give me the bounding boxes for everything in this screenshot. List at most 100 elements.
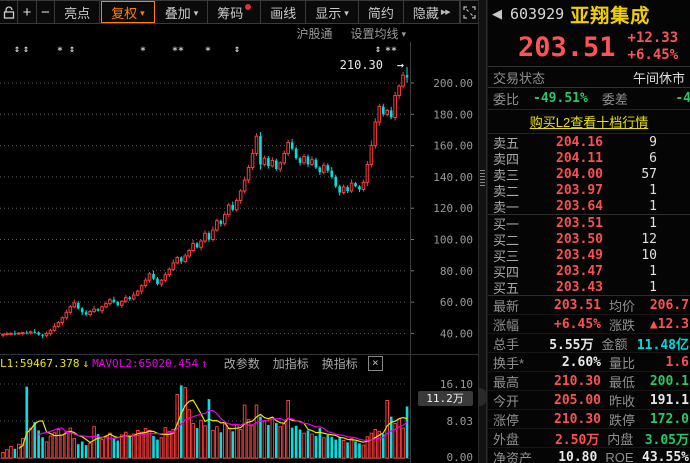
level-quantity: 1 — [649, 199, 657, 214]
info-row: 涨停210.30跌停172.0 — [488, 410, 690, 429]
svg-text:↕: ↕ — [14, 44, 20, 55]
info-value: ▲12.3 — [650, 317, 689, 332]
trade-status-row: 交易状态 午间休市 — [488, 66, 690, 88]
svg-text:11.2万: 11.2万 — [426, 392, 464, 405]
info-value: 1.6 — [666, 355, 689, 370]
level-quantity: 57 — [641, 167, 657, 182]
chevron-down-icon: ▾ — [194, 8, 199, 19]
mavol2-readout: MAVOL2:65020.454 — [92, 357, 198, 370]
fullscreen-icon[interactable] — [460, 1, 478, 23]
close-indicator-icon[interactable]: × — [368, 356, 383, 371]
svg-text:16.10: 16.10 — [440, 378, 473, 391]
info-value: 2.60% — [539, 355, 601, 370]
last-price: 203.51 — [518, 32, 616, 63]
info-label: 涨停 — [493, 410, 539, 429]
display-label: 显示 — [315, 3, 341, 22]
info-label: 今开 — [493, 391, 539, 410]
info-label: ROE — [605, 450, 642, 463]
weibi-row: 委比 -49.51% 委差 -4 — [488, 88, 690, 110]
level-price: 203.97 — [527, 183, 603, 198]
price-change-pct: +6.45% — [628, 47, 679, 64]
level-price: 203.43 — [527, 280, 603, 295]
info-row: 换手*2.60%量比1.6 — [488, 353, 690, 372]
info-row: 最高210.30最低200.1 — [488, 372, 690, 391]
drawline-button[interactable]: 画线 — [261, 1, 306, 23]
level-quantity: 1 — [649, 264, 657, 279]
l2-promo-row: 购买L2查看十档行情 — [488, 110, 690, 134]
add-indicator-button[interactable]: 加指标 — [273, 355, 309, 372]
level-label: 买五 — [493, 278, 527, 297]
info-value: 11.48亿 — [637, 334, 689, 353]
quote-header: ◀ 603929 亚翔集成 — [488, 0, 690, 28]
stock-code: 603929 — [510, 5, 564, 23]
level-price: 203.51 — [527, 216, 603, 231]
l2-quote-link[interactable]: 购买L2查看十档行情 — [530, 112, 648, 131]
svg-text:↕: ↕ — [375, 44, 381, 55]
level-price: 203.50 — [527, 232, 603, 247]
quote-panel: ◀ 603929 亚翔集成 203.51 +12.33 +6.45% 交易状态 … — [487, 0, 690, 463]
ask-row[interactable]: 卖一203.641 — [488, 198, 690, 214]
level-quantity: 1 — [649, 216, 657, 231]
info-label: 净资产 — [493, 448, 537, 463]
chart-toolbar: + − 亮点 复权▾ 叠加▾ 筹码 画线 显示▾ 简约 隐藏▶▶ — [0, 0, 478, 24]
chart-subbar: 沪股通 设置均线▾ — [0, 24, 410, 42]
info-value: 3.05万 — [645, 429, 689, 448]
info-value: 172.0 — [650, 412, 689, 427]
simple-mode-button[interactable]: 简约 — [359, 1, 404, 23]
svg-text:80.00: 80.00 — [440, 265, 473, 278]
weicha-label: 委差 — [602, 89, 628, 108]
level-price: 203.47 — [527, 264, 603, 279]
divider-grip-icon[interactable] — [480, 170, 485, 186]
lock-icon[interactable] — [0, 1, 18, 23]
ma-settings-button[interactable]: 设置均线▾ — [350, 25, 406, 42]
info-label: 换手* — [493, 353, 539, 372]
info-row: 今开205.00昨收191.1 — [488, 391, 690, 410]
level-price: 204.16 — [527, 135, 603, 150]
display-button[interactable]: 显示▾ — [306, 1, 359, 23]
price-block: 203.51 +12.33 +6.45% — [488, 28, 690, 66]
info-value: 210.30 — [539, 412, 601, 427]
panel-divider-scrollbar[interactable] — [478, 0, 487, 463]
mavol1-readout: L1:59467.378 — [0, 357, 79, 370]
svg-text:↕: ↕ — [234, 44, 240, 55]
stock-name: 亚翔集成 — [570, 1, 650, 28]
hugutong-tab[interactable]: 沪股通 — [296, 25, 332, 42]
chips-label: 筹码 — [217, 3, 243, 22]
svg-text:∗: ∗ — [178, 44, 184, 55]
level-quantity: 1 — [649, 280, 657, 295]
highlight-button[interactable]: 亮点 — [55, 1, 100, 23]
svg-text:∗: ∗ — [391, 44, 397, 55]
svg-text:∗: ∗ — [140, 44, 146, 55]
zoom-out-button[interactable]: − — [37, 1, 55, 23]
change-params-button[interactable]: 改参数 — [224, 355, 260, 372]
info-value: 5.55万 — [536, 334, 594, 353]
info-value: 200.1 — [650, 374, 689, 389]
ask-levels: 卖五204.169卖四204.116卖三204.0057卖二203.971卖一2… — [488, 134, 690, 215]
info-label: 均价 — [609, 296, 647, 315]
fuquan-button[interactable]: 复权▾ — [101, 1, 155, 23]
svg-text:∗: ∗ — [57, 44, 63, 55]
svg-text:8.03: 8.03 — [447, 415, 474, 428]
svg-text:→: → — [397, 58, 404, 72]
svg-text:↕: ↕ — [23, 44, 29, 55]
info-label: 昨收 — [609, 391, 647, 410]
level-quantity: 1 — [649, 183, 657, 198]
switch-indicator-button[interactable]: 换指标 — [322, 355, 358, 372]
zoom-in-button[interactable]: + — [18, 1, 36, 23]
chevron-down-icon: ▾ — [140, 8, 145, 19]
info-row: 涨幅+6.45%涨跌▲12.3 — [488, 315, 690, 334]
hide-label: 隐藏 — [413, 3, 439, 22]
chips-button[interactable]: 筹码 — [208, 1, 261, 23]
bid-row[interactable]: 买五203.43 1 — [488, 279, 690, 295]
kline-volume-chart[interactable]: 200.00180.00160.00140.00120.00100.0080.0… — [0, 42, 478, 463]
info-value: 205.00 — [539, 393, 601, 408]
hide-button[interactable]: 隐藏▶▶ — [404, 1, 460, 23]
level-price: 203.49 — [527, 248, 603, 263]
back-arrow-icon[interactable]: ◀ — [492, 6, 502, 22]
overlay-button[interactable]: 叠加▾ — [156, 1, 209, 23]
level-price: 203.64 — [527, 199, 603, 214]
svg-text:100.00: 100.00 — [433, 234, 473, 247]
level-price: 204.00 — [527, 167, 603, 182]
collapse-handle[interactable] — [479, 388, 486, 406]
level-quantity: 10 — [641, 248, 657, 263]
